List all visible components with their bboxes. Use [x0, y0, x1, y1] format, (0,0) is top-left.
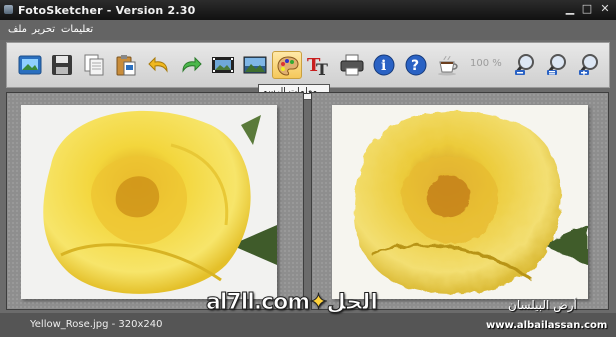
menu-file[interactable]: ملف	[8, 24, 27, 35]
watermark-url: www.albailassan.com	[486, 320, 608, 331]
floppy-disk-icon	[52, 55, 72, 75]
rose-painting-image	[332, 105, 588, 299]
coffee-button[interactable]	[433, 51, 463, 79]
clipboard-icon	[116, 55, 136, 76]
question-icon: ?	[405, 54, 427, 76]
app-icon	[4, 5, 13, 14]
watermark-site1-ar: الحل	[326, 290, 379, 316]
maximize-icon[interactable]: □	[580, 2, 594, 16]
drawing-parameters-button[interactable]	[272, 51, 302, 79]
zoom-fit-button[interactable]	[542, 51, 572, 79]
redo-button[interactable]	[176, 51, 206, 79]
menu-help[interactable]: تعليمات	[61, 24, 93, 35]
zoom-out-button[interactable]	[510, 51, 540, 79]
copy-icon	[84, 54, 104, 76]
result-image-pane[interactable]	[311, 92, 609, 310]
zoom-level: 100 %	[470, 58, 502, 69]
status-text: Yellow_Rose.jpg - 320x240	[30, 319, 163, 330]
print-button[interactable]	[337, 51, 367, 79]
landscape-icon	[243, 56, 267, 74]
add-text-button[interactable]: TT	[304, 51, 334, 79]
close-icon[interactable]: ✕	[598, 2, 612, 16]
save-button[interactable]	[47, 51, 77, 79]
app-window: FotoSketcher - Version 2.30 ▁ □ ✕ ملف تح…	[0, 0, 616, 337]
zoom-in-icon	[578, 54, 598, 75]
batch-process-button[interactable]	[208, 51, 238, 79]
svg-text:i: i	[381, 58, 386, 74]
result-photo	[332, 105, 588, 299]
original-photo	[21, 105, 277, 299]
text-tt-icon: TT	[307, 55, 328, 77]
redo-arrow-icon	[182, 56, 202, 73]
open-image-button[interactable]	[15, 51, 45, 79]
info-button[interactable]: i	[369, 51, 399, 79]
undo-arrow-icon	[148, 56, 168, 73]
rose-image	[21, 105, 277, 299]
zoom-in-button[interactable]	[574, 51, 604, 79]
svg-text:?: ?	[411, 58, 419, 74]
film-strip-icon	[212, 57, 234, 73]
zoom-fit-icon	[546, 54, 566, 75]
window-title: FotoSketcher - Version 2.30	[18, 4, 196, 17]
coffee-cup-icon	[438, 55, 458, 76]
watermark-site1: al7ll.com	[205, 290, 310, 316]
info-icon: i	[373, 54, 395, 76]
menu-edit[interactable]: تحرير	[32, 24, 55, 35]
copy-button[interactable]	[79, 51, 109, 79]
zoom-out-icon	[514, 54, 534, 75]
paste-button[interactable]	[111, 51, 141, 79]
watermark-logo: al7ll.com✦الحل	[205, 290, 379, 316]
original-image-pane[interactable]	[6, 92, 304, 310]
watermark-text-ar: أرض البيلسان	[508, 298, 577, 312]
title-bar: FotoSketcher - Version 2.30 ▁ □ ✕	[0, 0, 616, 20]
undo-button[interactable]	[144, 51, 174, 79]
landscape-image-button[interactable]	[240, 51, 270, 79]
printer-icon	[340, 54, 364, 76]
minimize-icon[interactable]: ▁	[563, 2, 577, 16]
help-button[interactable]: ?	[401, 51, 431, 79]
toolbar: TT i ? 100 %	[6, 42, 610, 88]
picture-frame-icon	[18, 55, 42, 75]
svg-text:T: T	[316, 60, 328, 77]
paint-palette-icon	[277, 56, 299, 76]
menu-bar: ملف تحرير تعليمات	[0, 20, 616, 40]
